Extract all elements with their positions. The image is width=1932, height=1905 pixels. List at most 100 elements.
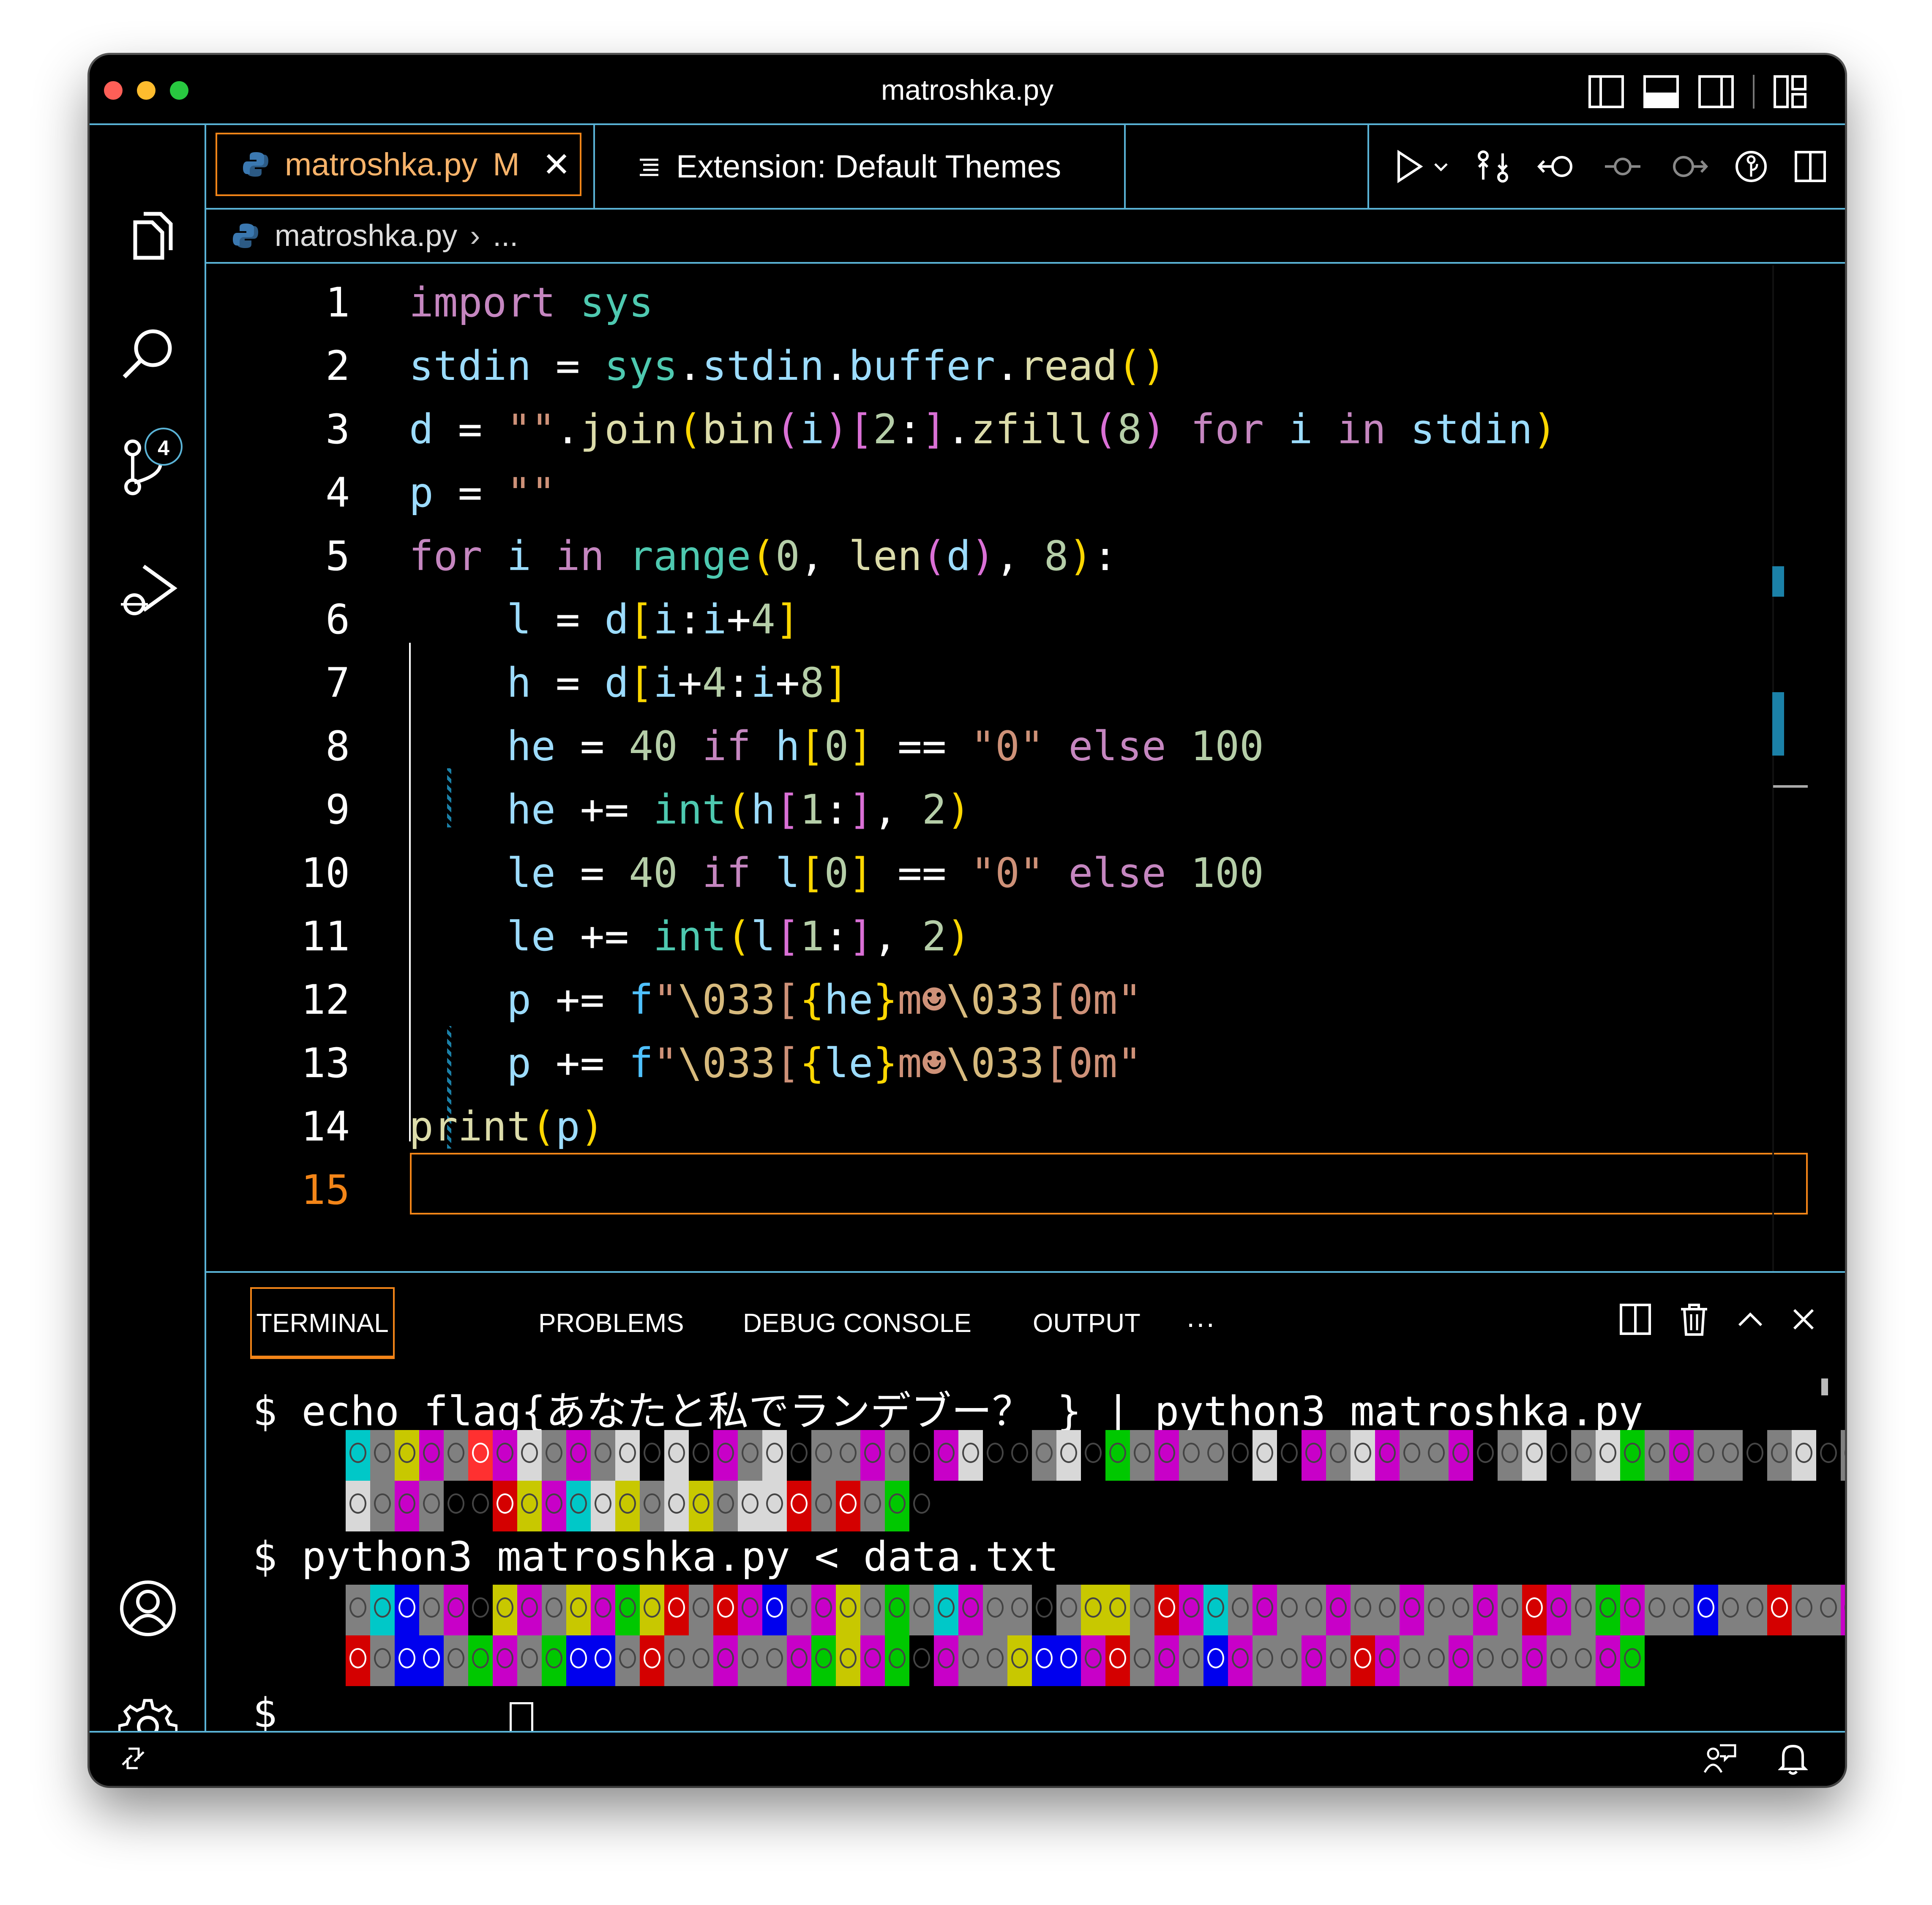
terminal-smiley-cell [419, 1635, 444, 1686]
run-python-file-icon[interactable] [1394, 150, 1424, 183]
chevron-down-icon[interactable] [1433, 158, 1449, 175]
timeline-icon[interactable] [1602, 152, 1643, 181]
close-tab-icon[interactable]: ✕ [543, 145, 571, 184]
terminal-smiley-cell [1203, 1635, 1228, 1686]
notifications-bell-icon[interactable] [1778, 1742, 1808, 1776]
terminal-smiley-cell [1351, 1430, 1375, 1481]
terminal-smiley-cell [1792, 1430, 1816, 1481]
panel-more-icon[interactable]: ··· [1186, 1287, 1215, 1359]
editor-tab-bar: matroshka.py M ✕ Extension: Default Them… [206, 125, 1845, 210]
terminal-smiley-cell [1547, 1585, 1571, 1635]
terminal-smiley-cell [444, 1585, 468, 1635]
customize-layout-icon[interactable] [1773, 75, 1807, 109]
search-icon[interactable] [118, 324, 177, 383]
terminal-smiley-cell [713, 1481, 738, 1531]
tab-matroshka-py[interactable]: matroshka.py M ✕ [216, 133, 581, 196]
vscode-window: matroshka.py 4 matroshka.py M ✕ Extensio… [90, 55, 1845, 1786]
open-changes-icon[interactable] [1475, 148, 1511, 185]
terminal-smiley-cell [542, 1635, 566, 1686]
terminal-smiley-cell [713, 1430, 738, 1481]
split-terminal-icon[interactable] [1619, 1303, 1651, 1335]
terminal-smiley-cell [1007, 1430, 1032, 1481]
python-file-icon [243, 152, 268, 177]
accounts-icon[interactable] [118, 1579, 177, 1638]
maximize-panel-icon[interactable] [1737, 1311, 1764, 1328]
git-lens-icon[interactable] [1734, 150, 1768, 183]
terminal-smiley-cell [1571, 1430, 1596, 1481]
terminal-smiley-cell [566, 1430, 591, 1481]
code-line: 12 p += f"\033[{he}m☻\033[0m" [206, 968, 1808, 1032]
terminal-smiley-cell [738, 1481, 762, 1531]
terminal-smiley-cell [1620, 1430, 1645, 1481]
terminal-smiley-cell [1522, 1585, 1547, 1635]
terminal-smiley-cell [836, 1585, 860, 1635]
go-forward-icon[interactable] [1668, 152, 1709, 181]
feedback-icon[interactable] [1703, 1743, 1737, 1775]
terminal-smiley-cell [1498, 1585, 1522, 1635]
terminal-smiley-cell [1743, 1430, 1767, 1481]
terminal-smiley-cell [787, 1481, 811, 1531]
toggle-secondary-sidebar-icon[interactable] [1698, 75, 1734, 109]
terminal-smiley-cell [909, 1635, 934, 1686]
terminal-smiley-cell [885, 1585, 909, 1635]
run-debug-icon[interactable] [118, 560, 177, 620]
terminal-smiley-cell [419, 1481, 444, 1531]
terminal-prompt: $ [253, 1689, 277, 1737]
close-panel-icon[interactable] [1792, 1307, 1815, 1331]
status-bar [90, 1731, 1845, 1786]
terminal-smiley-cell [1375, 1430, 1400, 1481]
tab-problems[interactable]: PROBLEMS [538, 1287, 684, 1359]
terminal-command-1: $ echo flag{あなたと私でランデブー？ } | python3 mat… [253, 1388, 1643, 1435]
terminal-smiley-cell [395, 1585, 419, 1635]
remote-indicator-icon[interactable] [118, 1744, 148, 1773]
terminal-command-2: $ python3 matroshka.py < data.txt [253, 1533, 1059, 1580]
breadcrumb-more[interactable]: ... [493, 218, 518, 253]
terminal-smiley-cell [762, 1430, 787, 1481]
terminal-smiley-cell [958, 1635, 983, 1686]
terminal-smiley-cell [1179, 1635, 1203, 1686]
split-editor-icon[interactable] [1793, 150, 1827, 183]
terminal-smiley-cell [1032, 1585, 1056, 1635]
terminal-smiley-cell [1375, 1635, 1400, 1686]
terminal-smiley-cell [395, 1430, 419, 1481]
terminal-smiley-cell [934, 1585, 958, 1635]
activity-bar: 4 [90, 125, 206, 1756]
terminal-smiley-cell [885, 1430, 909, 1481]
terminal-smiley-cell [1375, 1585, 1400, 1635]
toggle-primary-sidebar-icon[interactable] [1588, 75, 1624, 109]
terminal-smiley-cell [1816, 1585, 1841, 1635]
terminal-smiley-cell [1522, 1430, 1547, 1481]
terminal-smiley-cell [860, 1635, 885, 1686]
terminal-smiley-cell [395, 1481, 419, 1531]
terminal-output-row [346, 1585, 1845, 1635]
tab-debug-console[interactable]: DEBUG CONSOLE [743, 1287, 971, 1359]
tab-output[interactable]: OUTPUT [1033, 1287, 1141, 1359]
code-line: 4p = "" [206, 461, 1808, 524]
terminal-smiley-cell [468, 1430, 493, 1481]
terminal-smiley-cell [689, 1585, 713, 1635]
go-back-icon[interactable] [1536, 152, 1577, 181]
tab-terminal[interactable]: TERMINAL [250, 1287, 395, 1359]
code-line: 9 he += int(h[1:], 2) [206, 778, 1808, 841]
trash-icon[interactable] [1679, 1302, 1709, 1336]
terminal-smiley-cell [983, 1635, 1007, 1686]
code-line: 5 for i in range(0, len(d), 8): [206, 524, 1808, 588]
terminal-smiley-cell [517, 1481, 542, 1531]
terminal-smiley-cell [1105, 1430, 1130, 1481]
terminal-scrollbar[interactable] [1821, 1378, 1828, 1395]
terminal-smiley-cell [615, 1635, 640, 1686]
tab-extension-default-themes[interactable]: Extension: Default Themes [593, 125, 1126, 208]
terminal-smiley-cell [1571, 1585, 1596, 1635]
terminal-smiley-cell [1253, 1635, 1277, 1686]
terminal-smiley-cell [640, 1481, 664, 1531]
terminal-smiley-cell [419, 1430, 444, 1481]
terminal-smiley-cell [370, 1430, 395, 1481]
breadcrumb-file[interactable]: matroshka.py [275, 218, 457, 253]
terminal-smiley-cell [958, 1430, 983, 1481]
toggle-panel-icon[interactable] [1643, 75, 1679, 109]
terminal-smiley-cell [1694, 1430, 1718, 1481]
explorer-icon[interactable] [118, 210, 177, 269]
code-line: 11 le += int(l[1:], 2) [206, 905, 1808, 968]
code-editor[interactable]: 1 import sys 2 stdin = sys.stdin.buffer.re… [206, 265, 1808, 1271]
terminal-smiley-cell [1718, 1430, 1743, 1481]
